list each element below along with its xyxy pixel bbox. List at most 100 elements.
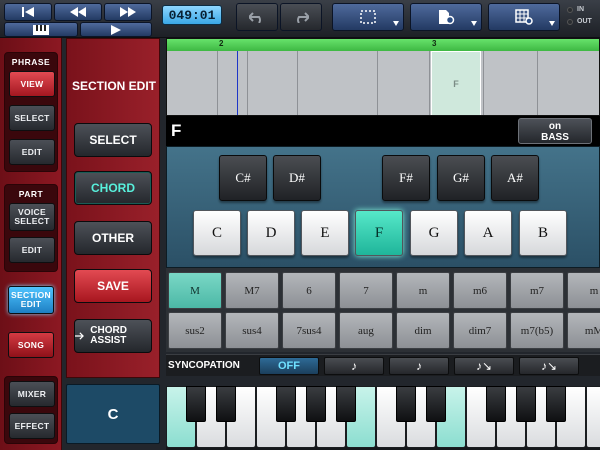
- play-icon: [111, 24, 121, 35]
- voice-select-button[interactable]: VOICE SELECT: [9, 203, 55, 231]
- root-key-c[interactable]: C: [193, 210, 241, 256]
- section-timeline[interactable]: 2 3 F: [166, 38, 600, 116]
- beat-line: [377, 51, 378, 115]
- chord-type-sus2[interactable]: sus2: [168, 312, 222, 349]
- root-note-selector: C# D# F# G# A# C D E F G A B: [166, 146, 600, 268]
- chord-type-m7[interactable]: m7: [510, 272, 564, 309]
- keyboard-icon: [33, 24, 49, 35]
- root-key-f-sharp[interactable]: F#: [382, 155, 430, 201]
- piano-black-key[interactable]: [546, 386, 566, 422]
- chord-block[interactable]: F: [431, 51, 481, 115]
- root-key-c-sharp[interactable]: C#: [219, 155, 267, 201]
- syncopation-off-button[interactable]: OFF: [259, 357, 319, 375]
- piano-black-key[interactable]: [276, 386, 296, 422]
- current-chord-name: F: [171, 121, 182, 140]
- chord-assist-button[interactable]: CHORD ASSIST: [74, 319, 152, 353]
- chord-type-major[interactable]: M: [168, 272, 222, 309]
- rewind-to-start-button[interactable]: [4, 3, 52, 21]
- timeline-ruler[interactable]: 2 3: [167, 39, 599, 51]
- document-gear-icon: [439, 10, 455, 25]
- on-bass-label: on BASS: [541, 121, 569, 143]
- root-key-f[interactable]: F: [355, 210, 403, 256]
- chord-type-6[interactable]: 6: [282, 272, 336, 309]
- dropdown-triangle-icon: [393, 21, 399, 26]
- chord-assist-label: CHORD ASSIST: [90, 325, 127, 346]
- piano-black-key[interactable]: [486, 386, 506, 422]
- playhead[interactable]: [237, 51, 238, 115]
- piano-black-key[interactable]: [426, 386, 446, 422]
- part-edit-button[interactable]: EDIT: [9, 237, 55, 263]
- chord-type-minor[interactable]: m: [396, 272, 450, 309]
- piano-black-key[interactable]: [306, 386, 326, 422]
- phrase-view-button[interactable]: VIEW: [9, 71, 55, 97]
- chord-assist-icon: [75, 332, 84, 340]
- chord-type-7[interactable]: 7: [339, 272, 393, 309]
- syncopation-eighth-alt-button[interactable]: ♪: [389, 357, 449, 375]
- root-key-e[interactable]: E: [301, 210, 349, 256]
- grid-settings-button[interactable]: [488, 3, 560, 31]
- selection-tool-button[interactable]: [332, 3, 404, 31]
- piano-black-key[interactable]: [216, 386, 236, 422]
- part-group: PART VOICE SELECT EDIT: [4, 184, 58, 272]
- position-counter: 049:01: [162, 5, 222, 25]
- phrase-edit-button[interactable]: EDIT: [9, 139, 55, 165]
- play-button[interactable]: [80, 22, 152, 37]
- root-key-a-sharp[interactable]: A#: [491, 155, 539, 201]
- chord-type-m7b5[interactable]: m7(b5): [510, 312, 564, 349]
- root-key-d[interactable]: D: [247, 210, 295, 256]
- chord-type-m6[interactable]: m6: [453, 272, 507, 309]
- phrase-group: PHRASE VIEW SELECT EDIT: [4, 52, 58, 172]
- piano-black-key[interactable]: [516, 386, 536, 422]
- piano-black-key[interactable]: [396, 386, 416, 422]
- keyboard-button[interactable]: [4, 22, 78, 37]
- bar-number: 2: [219, 39, 224, 48]
- piano-black-key[interactable]: [336, 386, 356, 422]
- syncopation-triplet-button[interactable]: ♪↘: [454, 357, 514, 375]
- dropdown-triangle-icon: [549, 21, 555, 26]
- dropdown-triangle-icon: [471, 21, 477, 26]
- root-key-b[interactable]: B: [519, 210, 567, 256]
- beat-line: [297, 51, 298, 115]
- undo-icon: [249, 12, 261, 23]
- part-heading: PART: [18, 189, 44, 199]
- rewind-button[interactable]: [54, 3, 102, 21]
- song-nav-button[interactable]: SONG: [8, 332, 54, 358]
- root-key-g[interactable]: G: [410, 210, 458, 256]
- save-button[interactable]: SAVE: [74, 269, 152, 303]
- chord-type-dim7[interactable]: dim7: [453, 312, 507, 349]
- chord-type-m7-major[interactable]: M7: [225, 272, 279, 309]
- grid-gear-icon: [515, 9, 533, 25]
- root-key-g-sharp[interactable]: G#: [437, 155, 485, 201]
- piano-white-key[interactable]: [586, 386, 600, 448]
- effect-button[interactable]: EFFECT: [9, 413, 55, 439]
- chord-type-7sus4[interactable]: 7sus4: [282, 312, 336, 349]
- section-edit-nav-button[interactable]: SECTION EDIT: [8, 286, 54, 314]
- redo-icon: [297, 12, 309, 23]
- chord-type-dim[interactable]: dim: [396, 312, 450, 349]
- phrase-select-button[interactable]: SELECT: [9, 105, 55, 131]
- in-indicator-icon: [567, 7, 573, 13]
- syncopation-eighth-button[interactable]: ♪: [324, 357, 384, 375]
- chord-type-sus4[interactable]: sus4: [225, 312, 279, 349]
- root-key-d-sharp[interactable]: D#: [273, 155, 321, 201]
- mixer-button[interactable]: MIXER: [9, 381, 55, 407]
- on-bass-button[interactable]: on BASS: [518, 118, 592, 144]
- beat-line: [217, 51, 218, 115]
- redo-button[interactable]: [280, 3, 322, 31]
- syncopation-label: SYNCOPATION: [168, 360, 240, 371]
- undo-button[interactable]: [236, 3, 278, 31]
- chord-type-mmajor[interactable]: mM: [567, 312, 600, 349]
- beat-line: [429, 51, 430, 115]
- left-navigation: PHRASE VIEW SELECT EDIT PART VOICE SELEC…: [0, 38, 62, 450]
- chord-button[interactable]: CHORD: [74, 171, 152, 205]
- fast-forward-button[interactable]: [104, 3, 152, 21]
- file-settings-button[interactable]: [410, 3, 482, 31]
- select-button[interactable]: SELECT: [74, 123, 152, 157]
- syncopation-triplet-alt-button[interactable]: ♪↘: [519, 357, 579, 375]
- section-edit-title: SECTION EDIT: [71, 79, 156, 93]
- other-button[interactable]: OTHER: [74, 221, 152, 255]
- chord-type-aug[interactable]: aug: [339, 312, 393, 349]
- piano-black-key[interactable]: [186, 386, 206, 422]
- root-key-a[interactable]: A: [464, 210, 512, 256]
- chord-type-overflow[interactable]: m: [567, 272, 600, 309]
